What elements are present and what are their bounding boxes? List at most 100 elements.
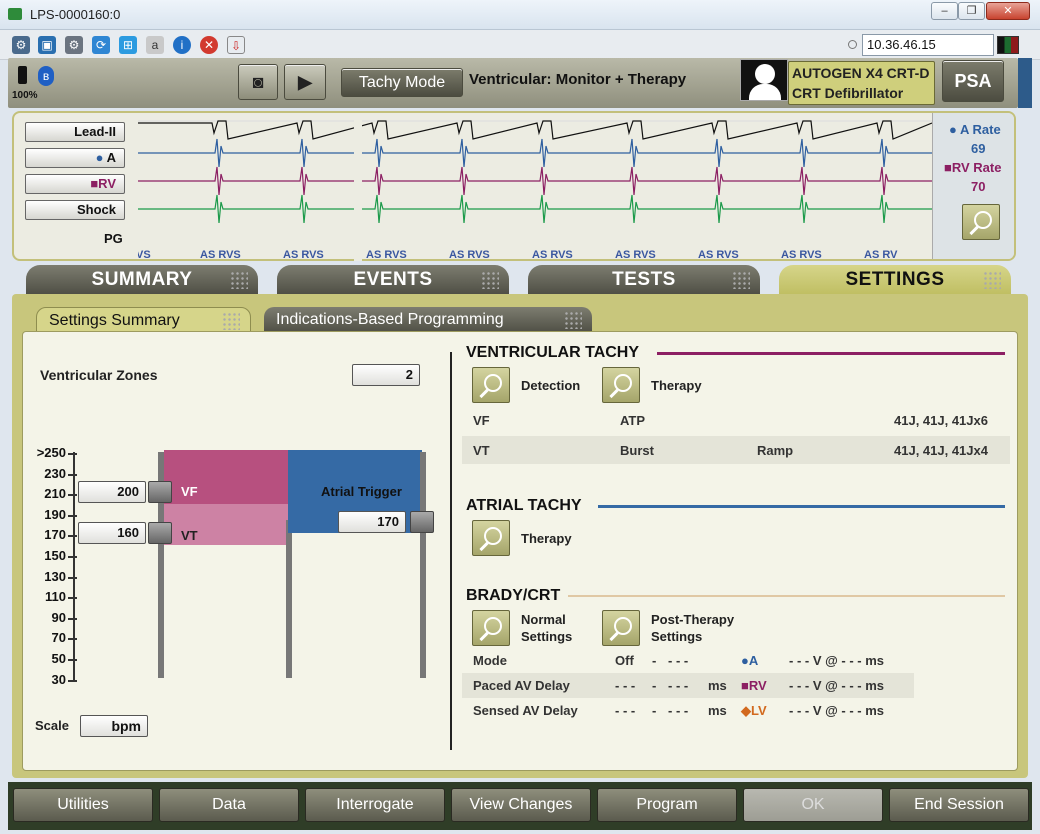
- ok-button[interactable]: OK: [743, 788, 883, 822]
- close-button[interactable]: ✕: [986, 2, 1030, 20]
- status-accent: [1018, 58, 1032, 108]
- subtab-indications[interactable]: Indications-Based Programming: [264, 307, 592, 333]
- text-size-icon[interactable]: a: [146, 36, 164, 54]
- psa-button[interactable]: PSA: [942, 60, 1004, 102]
- ecg-marker-label: AS RV: [864, 249, 898, 261]
- brady-c1: - - -: [615, 703, 636, 718]
- ecg-trace: [138, 194, 932, 224]
- device-info[interactable]: AUTOGEN X4 CRT-D CRT Defibrillator: [788, 61, 935, 105]
- channel-name: LV: [751, 703, 767, 718]
- at-therapy-zoom-button[interactable]: [472, 520, 510, 556]
- lead-shock-button[interactable]: Shock: [25, 200, 125, 220]
- brady-c2: -: [652, 703, 657, 718]
- ip-address-field[interactable]: 10.36.46.15: [862, 34, 994, 56]
- tachy-mode-button[interactable]: Tachy Mode: [341, 68, 463, 97]
- ecg-marker-label: AS RVS: [698, 249, 739, 261]
- person-body-icon: [749, 84, 781, 100]
- tab-summary[interactable]: SUMMARY: [26, 265, 258, 295]
- fullscreen-icon[interactable]: ▣: [38, 36, 56, 54]
- lead-rv-button[interactable]: ■RV: [25, 174, 125, 194]
- interrogate-button[interactable]: Interrogate: [305, 788, 445, 822]
- lead-ii-button[interactable]: Lead-II: [25, 122, 125, 142]
- brady-v: - - - V @ - - - ms: [789, 678, 885, 693]
- flag-icon[interactable]: [997, 36, 1019, 54]
- tab-events[interactable]: EVENTS: [277, 265, 509, 295]
- vf-rate-field[interactable]: 200: [78, 481, 146, 503]
- view-changes-button[interactable]: View Changes: [451, 788, 591, 822]
- atrial-tachy-rule: [598, 505, 1005, 508]
- vt-row-shocks: 41J, 41J, 41Jx4: [894, 443, 988, 458]
- brady-c1: - - -: [615, 678, 636, 693]
- vt-slider-handle[interactable]: [148, 522, 172, 544]
- atrial-slider-handle[interactable]: [410, 511, 434, 533]
- end-session-button[interactable]: End Session: [889, 788, 1029, 822]
- ventricular-zones-value[interactable]: 2: [352, 364, 420, 386]
- ecg-marker-label: AS RVS: [781, 249, 822, 261]
- divider: [450, 352, 452, 750]
- tab-tests[interactable]: TESTS: [528, 265, 760, 295]
- vf-row-shocks: 41J, 41J, 41Jx6: [894, 413, 988, 428]
- data-button[interactable]: Data: [159, 788, 299, 822]
- brady-c4: ms: [708, 678, 727, 693]
- app-icon: [8, 8, 22, 20]
- patient-avatar[interactable]: [740, 59, 788, 101]
- disconnect-icon[interactable]: ✕: [200, 36, 218, 54]
- detection-zoom-button[interactable]: [472, 367, 510, 403]
- y-tick-label: 170: [44, 527, 66, 543]
- download-icon[interactable]: ⇩: [227, 36, 245, 54]
- vf-slider-handle[interactable]: [148, 481, 172, 503]
- normal-settings-zoom-button[interactable]: [472, 610, 510, 646]
- atrial-trigger-field[interactable]: 170: [338, 511, 406, 533]
- gear-icon[interactable]: ⚙: [65, 36, 83, 54]
- ecg-marker-label: VS: [138, 249, 151, 261]
- windows-icon[interactable]: ⊞: [119, 36, 137, 54]
- post-therapy-label-2: Settings: [651, 629, 703, 644]
- video-camera-icon[interactable]: ▶: [284, 64, 326, 100]
- brady-label: Mode: [473, 653, 507, 668]
- rate-panel: ● A Rate 69 ■RV Rate 70: [932, 113, 1014, 259]
- normal-settings-label-1: Normal: [521, 612, 566, 627]
- brady-c4: ms: [708, 703, 727, 718]
- lead-a-label: A: [106, 150, 116, 165]
- window-title-bar: LPS-0000160:0 – ❐ ✕: [0, 0, 1040, 30]
- brady-c3: - - -: [668, 653, 689, 668]
- lead-a-button[interactable]: ● A: [25, 148, 125, 168]
- y-tick-label: 110: [45, 589, 66, 605]
- tachy-mode-status: Ventricular: Monitor + Therapy: [469, 71, 687, 88]
- post-therapy-label-1: Post-Therapy: [651, 612, 735, 627]
- vt-therapy-zoom-button[interactable]: [602, 367, 640, 403]
- ventricular-tachy-rule: [657, 352, 1005, 355]
- atrial-tachy-heading: ATRIAL TACHY: [466, 497, 582, 514]
- ecg-zoom-button[interactable]: [962, 204, 1000, 240]
- vt-zone-label: VT: [181, 528, 198, 543]
- channel-symbol-icon: ■: [741, 678, 749, 693]
- refresh-icon[interactable]: ⟳: [92, 36, 110, 54]
- ecg-trace: [138, 166, 932, 196]
- network-icon[interactable]: ⚙: [12, 36, 30, 54]
- utilities-button[interactable]: Utilities: [13, 788, 153, 822]
- minimize-button[interactable]: –: [931, 2, 958, 20]
- ecg-marker-label: AS RVS: [200, 249, 241, 261]
- vt-row-atp1: Burst: [620, 443, 654, 458]
- y-tick-label: 230: [44, 465, 66, 481]
- vt-rate-field[interactable]: 160: [78, 522, 146, 544]
- bluetooth-icon: ʙ: [38, 66, 54, 86]
- window-title: LPS-0000160:0: [30, 7, 121, 22]
- y-tick-label: 50: [51, 651, 66, 666]
- rv-rate-label: ■RV Rate: [944, 160, 1002, 175]
- program-button[interactable]: Program: [597, 788, 737, 822]
- brady-c3: - - -: [668, 678, 689, 693]
- camera-icon[interactable]: ◙: [238, 64, 278, 100]
- tab-settings[interactable]: SETTINGS: [779, 265, 1011, 295]
- y-tick-label: 130: [44, 568, 66, 584]
- brady-label: Paced AV Delay: [473, 678, 570, 693]
- subtab-settings-summary[interactable]: Settings Summary: [36, 307, 251, 333]
- detection-label: Detection: [521, 378, 581, 393]
- post-therapy-zoom-button[interactable]: [602, 610, 640, 646]
- device-model: AUTOGEN X4 CRT-D: [792, 65, 930, 81]
- zone-bar-right: [420, 452, 426, 678]
- restore-button[interactable]: ❐: [958, 2, 985, 20]
- info-icon[interactable]: i: [173, 36, 191, 54]
- scale-unit-button[interactable]: bpm: [80, 715, 148, 737]
- brady-crt-rule: [568, 595, 1005, 597]
